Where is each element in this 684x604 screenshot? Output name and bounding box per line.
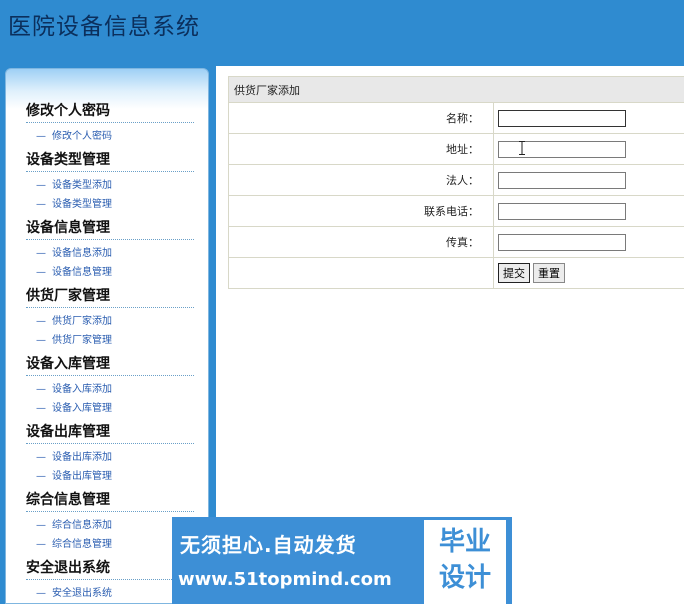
dash-icon: — [36,248,46,259]
phone-label: 联系电话： [228,195,494,227]
fax-field[interactable] [498,233,626,251]
menu-item-general-info-manage[interactable]: — 综合信息管理 [26,535,194,554]
menu-item-label: 设备出库管理 [52,471,112,482]
menu-item-label: 综合信息管理 [52,539,112,550]
menu-group-password: 修改个人密码 — 修改个人密码 [26,101,194,146]
menu-item-label: 设备出库添加 [52,452,112,463]
menu-item-device-info-add[interactable]: — 设备信息添加 [26,244,194,263]
menu-item-label: 修改个人密码 [52,131,112,142]
legal-person-label: 法人： [228,164,494,196]
dash-icon: — [36,180,46,191]
dash-icon: — [36,471,46,482]
menu-item-device-info-manage[interactable]: — 设备信息管理 [26,263,194,282]
menu-group-general-info: 综合信息管理 — 综合信息添加 — 综合信息管理 [26,490,194,554]
menu-title: 设备出库管理 [26,422,194,444]
dash-icon: — [36,316,46,327]
reset-button[interactable]: 重置 [533,263,565,283]
menu-item-label: 综合信息添加 [52,520,112,531]
legal-person-field[interactable] [498,171,626,189]
app-title: 医院设备信息系统 [8,14,200,40]
menu-item-stock-out-manage[interactable]: — 设备出库管理 [26,467,194,486]
supplier-add-form: 供货厂家添加 名称： 地址： 法人： 联系电话： 传真： 提交 重置 [228,76,684,289]
form-caption: 供货厂家添加 [228,76,684,103]
name-field[interactable] [498,109,626,127]
menu-title: 设备信息管理 [26,218,194,240]
dash-icon: — [36,539,46,550]
name-label: 名称： [228,102,494,134]
menu-group-device-info: 设备信息管理 — 设备信息添加 — 设备信息管理 [26,218,194,282]
menu-item-label: 设备入库添加 [52,384,112,395]
empty-label-cell [228,257,494,289]
menu-item-label: 设备类型管理 [52,199,112,210]
menu-item-stock-out-add[interactable]: — 设备出库添加 [26,448,194,467]
dash-icon: — [36,199,46,210]
menu-item-label: 设备信息添加 [52,248,112,259]
dash-icon: — [36,588,46,599]
watermark-slogan: 无须担心.自动发货 [180,533,357,557]
menu-item-device-type-add[interactable]: — 设备类型添加 [26,176,194,195]
main-content: 供货厂家添加 名称： 地址： 法人： 联系电话： 传真： 提交 重置 [228,76,684,289]
dash-icon: — [36,403,46,414]
address-field[interactable] [498,140,626,158]
menu-item-label: 设备信息管理 [52,267,112,278]
menu-item-label: 安全退出系统 [52,588,112,599]
menu-title: 综合信息管理 [26,490,194,512]
menu-item-stock-in-manage[interactable]: — 设备入库管理 [26,399,194,418]
menu-item-logout[interactable]: — 安全退出系统 [26,584,194,603]
menu-item-label: 设备类型添加 [52,180,112,191]
fax-label: 传真： [228,226,494,258]
menu-item-stock-in-add[interactable]: — 设备入库添加 [26,380,194,399]
address-label: 地址： [228,133,494,165]
menu-title: 设备入库管理 [26,354,194,376]
menu-title: 设备类型管理 [26,150,194,172]
menu-item-device-type-manage[interactable]: — 设备类型管理 [26,195,194,214]
dash-icon: — [36,384,46,395]
dash-icon: — [36,267,46,278]
dash-icon: — [36,131,46,142]
dash-icon: — [36,335,46,346]
menu-item-label: 供货厂家添加 [52,316,112,327]
menu-item-general-info-add[interactable]: — 综合信息添加 [26,516,194,535]
watermark-badge: 毕业 设计 [424,520,506,604]
menu-item-supplier-manage[interactable]: — 供货厂家管理 [26,331,194,350]
menu-title: 安全退出系统 [26,558,194,580]
watermark-url: www.51topmind.com [178,569,392,590]
menu-group-supplier: 供货厂家管理 — 供货厂家添加 — 供货厂家管理 [26,286,194,350]
submit-button[interactable]: 提交 [498,263,530,283]
menu-group-stock-in: 设备入库管理 — 设备入库添加 — 设备入库管理 [26,354,194,418]
dash-icon: — [36,520,46,531]
menu-title: 供货厂家管理 [26,286,194,308]
dash-icon: — [36,452,46,463]
menu-item-supplier-add[interactable]: — 供货厂家添加 [26,312,194,331]
menu-item-label: 设备入库管理 [52,403,112,414]
menu-item-label: 供货厂家管理 [52,335,112,346]
menu-group-logout: 安全退出系统 — 安全退出系统 [26,558,194,603]
app-header: 医院设备信息系统 [0,0,684,66]
phone-field[interactable] [498,202,626,220]
menu-title: 修改个人密码 [26,101,194,123]
watermark-badge-line1: 毕业 [438,527,491,557]
menu-group-stock-out: 设备出库管理 — 设备出库添加 — 设备出库管理 [26,422,194,486]
watermark-badge-line2: 设计 [438,563,491,593]
watermark-banner: 无须担心.自动发货 www.51topmind.com 毕业 设计 [172,517,512,604]
text-cursor-icon [519,141,525,155]
menu-item-change-password[interactable]: — 修改个人密码 [26,127,194,146]
menu-group-device-type: 设备类型管理 — 设备类型添加 — 设备类型管理 [26,150,194,214]
